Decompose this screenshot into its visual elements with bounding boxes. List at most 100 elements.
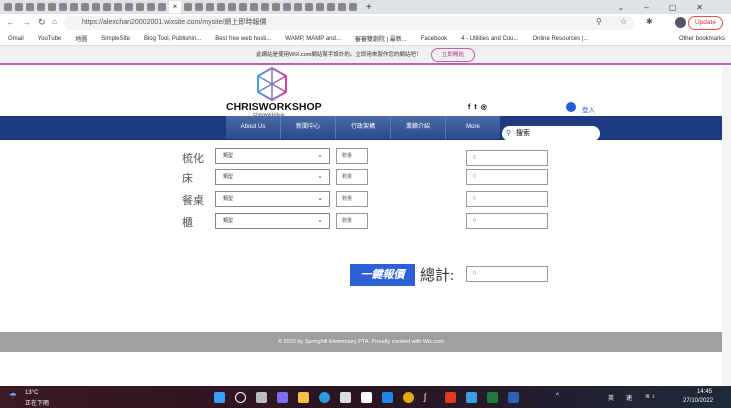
zoom-icon[interactable]: ⚲ — [596, 17, 602, 26]
tab[interactable] — [15, 3, 23, 11]
price-field[interactable]: 0 — [466, 150, 548, 166]
teams-icon[interactable] — [277, 392, 288, 403]
amazon-icon[interactable] — [361, 392, 372, 403]
bookmark-wamp[interactable]: WAMP, MAMP and... — [285, 36, 341, 42]
tab[interactable] — [136, 3, 144, 11]
mail-icon[interactable] — [382, 392, 393, 403]
tab[interactable] — [228, 3, 236, 11]
tab[interactable] — [81, 3, 89, 11]
tab[interactable] — [250, 3, 258, 11]
forward-icon[interactable]: → — [22, 17, 31, 27]
excel-icon[interactable] — [487, 392, 498, 403]
weather-icon[interactable]: ☂ — [9, 391, 17, 402]
profile-avatar[interactable] — [675, 17, 686, 28]
tab[interactable] — [70, 3, 78, 11]
type-select[interactable]: 類型 ⌄ — [215, 148, 330, 164]
user-icon[interactable] — [566, 102, 576, 112]
tab[interactable] — [272, 3, 280, 11]
extensions-icon[interactable]: ✱ — [646, 17, 653, 26]
weather-temp[interactable]: 13°C — [25, 390, 38, 396]
bookmark-youtube[interactable]: YouTube — [38, 36, 62, 42]
menu-structure[interactable]: 行政架構 — [336, 116, 391, 139]
quantity-input[interactable]: 數量 — [336, 213, 368, 229]
bookmark-theatre[interactable]: 審審雙劇院 | 最新... — [355, 34, 407, 43]
task-view-icon[interactable] — [256, 392, 267, 403]
bookmark-gmail[interactable]: Gmail — [8, 36, 24, 42]
tab[interactable] — [59, 3, 67, 11]
price-field[interactable]: 0 — [466, 191, 548, 207]
tray-chevron-icon[interactable]: ^ — [556, 393, 559, 399]
home-icon[interactable]: ⌂ — [52, 17, 57, 26]
quantity-input[interactable]: 數量 — [336, 169, 368, 185]
tab[interactable] — [327, 3, 335, 11]
quote-button[interactable]: 一鍵報價 — [350, 264, 415, 286]
chrome-icon[interactable] — [403, 392, 414, 403]
search-input[interactable]: ⚲ 搜索 — [502, 126, 600, 141]
tab[interactable] — [283, 3, 291, 11]
type-select[interactable]: 類型 ⌄ — [215, 213, 330, 229]
tab[interactable] — [239, 3, 247, 11]
bookmark-blog-tool[interactable]: Blog Tool, Publishin... — [144, 36, 201, 42]
menu-news[interactable]: 新聞中心 — [281, 116, 336, 139]
update-button[interactable]: Update — [688, 16, 723, 30]
bookmark-simplesite[interactable]: SimpleSite — [101, 36, 130, 42]
login-link[interactable]: 登入 — [582, 104, 595, 114]
bookmark-star-icon[interactable]: ☆ — [620, 17, 627, 26]
ime-mode[interactable]: 速 — [626, 393, 632, 402]
file-explorer-icon[interactable] — [298, 392, 309, 403]
tab[interactable] — [217, 3, 225, 11]
tab[interactable] — [48, 3, 56, 11]
tab[interactable] — [349, 3, 357, 11]
scrollbar[interactable] — [722, 66, 731, 386]
tab[interactable] — [316, 3, 324, 11]
tab[interactable] — [103, 3, 111, 11]
tab[interactable] — [294, 3, 302, 11]
store-icon[interactable] — [340, 392, 351, 403]
wix-start-button[interactable]: 立即開始 — [430, 48, 475, 62]
new-tab-icon[interactable]: + — [366, 2, 372, 13]
total-field[interactable]: 0 — [466, 266, 548, 282]
tab[interactable] — [206, 3, 214, 11]
tab[interactable] — [261, 3, 269, 11]
tab[interactable] — [37, 3, 45, 11]
active-tab-close-icon[interactable]: × — [169, 1, 181, 13]
bookmark-utilities[interactable]: 4 - Utilities and Cou... — [461, 36, 518, 42]
tab[interactable] — [147, 3, 155, 11]
tab-strip[interactable]: × + ⌄–▢✕ — [0, 0, 731, 14]
quantity-input[interactable]: 數量 — [336, 148, 368, 164]
price-field[interactable]: 0 — [466, 213, 548, 229]
start-icon[interactable] — [214, 392, 225, 403]
reload-icon[interactable]: ↻ — [38, 17, 46, 28]
bookmark-maps[interactable]: 地圖 — [75, 34, 87, 43]
type-select[interactable]: 類型 ⌄ — [215, 191, 330, 207]
bookmark-online-resources[interactable]: Online Resources |... — [532, 36, 588, 42]
window-controls[interactable]: ⌄–▢✕ — [618, 3, 723, 12]
instagram-icon[interactable]: ◎ — [481, 104, 491, 111]
other-bookmarks[interactable]: Other bookmarks — [679, 36, 725, 42]
menu-more[interactable]: More — [446, 116, 500, 139]
quantity-input[interactable]: 數量 — [336, 191, 368, 207]
tab[interactable] — [125, 3, 133, 11]
wifi-volume-icons[interactable]: ≋ ♪ — [645, 393, 655, 400]
bookmark-web-hosting[interactable]: Best free web hosti... — [215, 36, 271, 42]
tab[interactable] — [92, 3, 100, 11]
bookmark-facebook[interactable]: Facebook — [421, 36, 447, 42]
clock-date[interactable]: 27/10/2022 — [683, 398, 713, 404]
app-icon[interactable] — [466, 392, 477, 403]
ime-english[interactable]: 英 — [608, 393, 614, 402]
menu-achievements[interactable]: 業績介紹 — [391, 116, 446, 139]
tab[interactable] — [114, 3, 122, 11]
tab[interactable] — [4, 3, 12, 11]
tab[interactable] — [305, 3, 313, 11]
edge-icon[interactable] — [319, 392, 330, 403]
tab[interactable] — [26, 3, 34, 11]
app-icon[interactable]: ʃ — [424, 392, 435, 403]
tab[interactable] — [158, 3, 166, 11]
office-icon[interactable] — [445, 392, 456, 403]
url-input[interactable]: https://alexchan20002001.wixsite.com/mys… — [64, 16, 634, 30]
back-icon[interactable]: ← — [6, 17, 15, 27]
tab[interactable] — [338, 3, 346, 11]
clock-time[interactable]: 14:45 — [697, 389, 712, 395]
type-select[interactable]: 類型 ⌄ — [215, 169, 330, 185]
search-taskbar-icon[interactable] — [235, 392, 246, 403]
